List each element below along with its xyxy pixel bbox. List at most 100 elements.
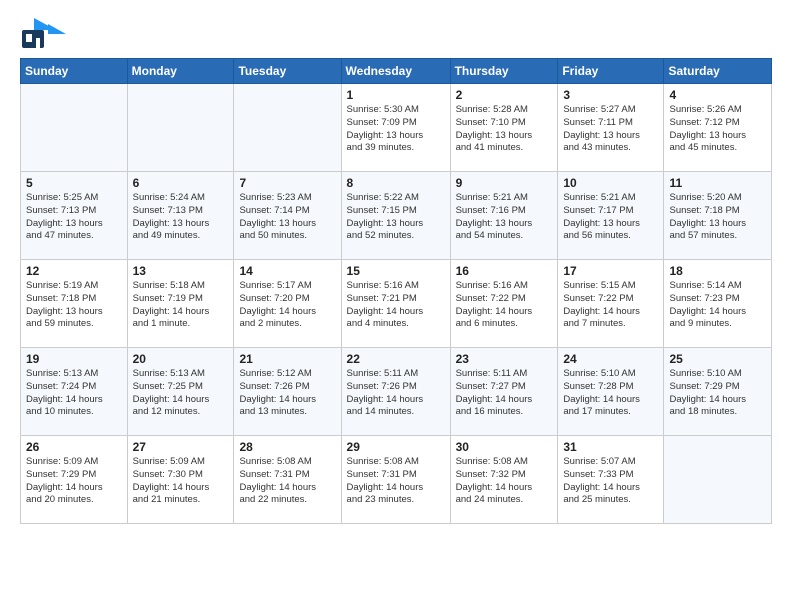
day-number: 16 (456, 264, 553, 278)
calendar-cell (234, 84, 341, 172)
calendar-cell: 9 Sunrise: 5:21 AMSunset: 7:16 PMDaylight… (450, 172, 558, 260)
calendar-cell: 27Sunrise: 5:09 AMSunset: 7:30 PMDayligh… (127, 436, 234, 524)
weekday-header-thursday: Thursday (450, 59, 558, 84)
day-number: 28 (239, 440, 335, 454)
day-detail: Sunrise: 5:20 AMSunset: 7:18 PMDaylight:… (669, 192, 766, 243)
calendar-cell: 15 Sunrise: 5:16 AMSunset: 7:21 PMDayligh… (341, 260, 450, 348)
week-row-1: 1 Sunrise: 5:30 AMSunset: 7:09 PMDaylight… (21, 84, 772, 172)
weekday-header-friday: Friday (558, 59, 664, 84)
day-number: 3 (563, 88, 658, 102)
calendar-cell: 29 Sunrise: 5:08 AMSunset: 7:31 PMDayligh… (341, 436, 450, 524)
day-number: 20 (133, 352, 229, 366)
calendar-cell: 20 Sunrise: 5:13 AMSunset: 7:25 PMDayligh… (127, 348, 234, 436)
calendar-cell: 16 Sunrise: 5:16 AMSunset: 7:22 PMDayligh… (450, 260, 558, 348)
day-number: 30 (456, 440, 553, 454)
day-number: 8 (347, 176, 445, 190)
day-detail: Sunrise: 5:27 AMSunset: 7:11 PMDaylight:… (563, 104, 658, 155)
day-detail: Sunrise: 5:21 AMSunset: 7:17 PMDaylight:… (563, 192, 658, 243)
calendar-cell: 5Sunrise: 5:25 AMSunset: 7:13 PMDaylight… (21, 172, 128, 260)
day-detail: Sunrise: 5:23 AMSunset: 7:14 PMDaylight:… (239, 192, 335, 243)
calendar-cell: 17 Sunrise: 5:15 AMSunset: 7:22 PMDayligh… (558, 260, 664, 348)
calendar-cell: 1 Sunrise: 5:30 AMSunset: 7:09 PMDaylight… (341, 84, 450, 172)
calendar-cell (127, 84, 234, 172)
day-detail: Sunrise: 5:15 AMSunset: 7:22 PMDaylight:… (563, 280, 658, 331)
day-detail: Sunrise: 5:26 AMSunset: 7:12 PMDaylight:… (669, 104, 766, 155)
day-number: 6 (133, 176, 229, 190)
day-number: 10 (563, 176, 658, 190)
day-number: 29 (347, 440, 445, 454)
day-detail: Sunrise: 5:24 AMSunset: 7:13 PMDaylight:… (133, 192, 229, 243)
week-row-4: 19 Sunrise: 5:13 AMSunset: 7:24 PMDayligh… (21, 348, 772, 436)
calendar-cell: 2Sunrise: 5:28 AMSunset: 7:10 PMDaylight… (450, 84, 558, 172)
weekday-header-tuesday: Tuesday (234, 59, 341, 84)
day-number: 22 (347, 352, 445, 366)
page: SundayMondayTuesdayWednesdayThursdayFrid… (0, 0, 792, 534)
logo-icon (20, 16, 70, 52)
week-row-2: 5Sunrise: 5:25 AMSunset: 7:13 PMDaylight… (21, 172, 772, 260)
day-number: 25 (669, 352, 766, 366)
day-number: 15 (347, 264, 445, 278)
day-number: 17 (563, 264, 658, 278)
calendar-cell: 3 Sunrise: 5:27 AMSunset: 7:11 PMDaylight… (558, 84, 664, 172)
calendar-cell (664, 436, 772, 524)
day-detail: Sunrise: 5:13 AMSunset: 7:24 PMDaylight:… (26, 368, 122, 419)
day-number: 7 (239, 176, 335, 190)
day-detail: Sunrise: 5:10 AMSunset: 7:28 PMDaylight:… (563, 368, 658, 419)
day-detail: Sunrise: 5:17 AMSunset: 7:20 PMDaylight:… (239, 280, 335, 331)
calendar-cell: 24 Sunrise: 5:10 AMSunset: 7:28 PMDayligh… (558, 348, 664, 436)
day-detail: Sunrise: 5:14 AMSunset: 7:23 PMDaylight:… (669, 280, 766, 331)
weekday-header-wednesday: Wednesday (341, 59, 450, 84)
calendar-cell: 14 Sunrise: 5:17 AMSunset: 7:20 PMDayligh… (234, 260, 341, 348)
day-number: 31 (563, 440, 658, 454)
day-detail: Sunrise: 5:08 AMSunset: 7:32 PMDaylight:… (456, 456, 553, 507)
calendar-cell: 28 Sunrise: 5:08 AMSunset: 7:31 PMDayligh… (234, 436, 341, 524)
day-number: 21 (239, 352, 335, 366)
day-number: 26 (26, 440, 122, 454)
logo (20, 16, 74, 52)
calendar-cell: 11Sunrise: 5:20 AMSunset: 7:18 PMDayligh… (664, 172, 772, 260)
calendar-cell: 30 Sunrise: 5:08 AMSunset: 7:32 PMDayligh… (450, 436, 558, 524)
week-row-5: 26Sunrise: 5:09 AMSunset: 7:29 PMDayligh… (21, 436, 772, 524)
calendar-cell: 26Sunrise: 5:09 AMSunset: 7:29 PMDayligh… (21, 436, 128, 524)
day-detail: Sunrise: 5:13 AMSunset: 7:25 PMDaylight:… (133, 368, 229, 419)
day-detail: Sunrise: 5:28 AMSunset: 7:10 PMDaylight:… (456, 104, 553, 155)
weekday-header-row: SundayMondayTuesdayWednesdayThursdayFrid… (21, 59, 772, 84)
day-detail: Sunrise: 5:16 AMSunset: 7:21 PMDaylight:… (347, 280, 445, 331)
calendar-cell: 7 Sunrise: 5:23 AMSunset: 7:14 PMDaylight… (234, 172, 341, 260)
day-detail: Sunrise: 5:18 AMSunset: 7:19 PMDaylight:… (133, 280, 229, 331)
day-detail: Sunrise: 5:30 AMSunset: 7:09 PMDaylight:… (347, 104, 445, 155)
week-row-3: 12 Sunrise: 5:19 AMSunset: 7:18 PMDayligh… (21, 260, 772, 348)
calendar-cell: 12 Sunrise: 5:19 AMSunset: 7:18 PMDayligh… (21, 260, 128, 348)
day-detail: Sunrise: 5:10 AMSunset: 7:29 PMDaylight:… (669, 368, 766, 419)
calendar-cell: 21Sunrise: 5:12 AMSunset: 7:26 PMDayligh… (234, 348, 341, 436)
calendar-cell: 13Sunrise: 5:18 AMSunset: 7:19 PMDayligh… (127, 260, 234, 348)
day-detail: Sunrise: 5:08 AMSunset: 7:31 PMDaylight:… (347, 456, 445, 507)
day-detail: Sunrise: 5:25 AMSunset: 7:13 PMDaylight:… (26, 192, 122, 243)
calendar-cell: 18 Sunrise: 5:14 AMSunset: 7:23 PMDayligh… (664, 260, 772, 348)
day-number: 1 (347, 88, 445, 102)
calendar-cell: 25 Sunrise: 5:10 AMSunset: 7:29 PMDayligh… (664, 348, 772, 436)
day-number: 12 (26, 264, 122, 278)
day-detail: Sunrise: 5:21 AMSunset: 7:16 PMDaylight:… (456, 192, 553, 243)
day-number: 27 (133, 440, 229, 454)
day-detail: Sunrise: 5:19 AMSunset: 7:18 PMDaylight:… (26, 280, 122, 331)
day-number: 18 (669, 264, 766, 278)
calendar-cell: 19 Sunrise: 5:13 AMSunset: 7:24 PMDayligh… (21, 348, 128, 436)
weekday-header-sunday: Sunday (21, 59, 128, 84)
calendar-cell: 8 Sunrise: 5:22 AMSunset: 7:15 PMDaylight… (341, 172, 450, 260)
day-detail: Sunrise: 5:11 AMSunset: 7:27 PMDaylight:… (456, 368, 553, 419)
day-number: 23 (456, 352, 553, 366)
calendar-cell: 22Sunrise: 5:11 AMSunset: 7:26 PMDayligh… (341, 348, 450, 436)
calendar-table: SundayMondayTuesdayWednesdayThursdayFrid… (20, 58, 772, 524)
day-number: 9 (456, 176, 553, 190)
day-detail: Sunrise: 5:16 AMSunset: 7:22 PMDaylight:… (456, 280, 553, 331)
header (20, 16, 772, 52)
day-detail: Sunrise: 5:22 AMSunset: 7:15 PMDaylight:… (347, 192, 445, 243)
day-detail: Sunrise: 5:07 AMSunset: 7:33 PMDaylight:… (563, 456, 658, 507)
day-number: 14 (239, 264, 335, 278)
day-number: 19 (26, 352, 122, 366)
calendar-cell: 4Sunrise: 5:26 AMSunset: 7:12 PMDaylight… (664, 84, 772, 172)
day-number: 24 (563, 352, 658, 366)
calendar-cell: 23 Sunrise: 5:11 AMSunset: 7:27 PMDayligh… (450, 348, 558, 436)
day-detail: Sunrise: 5:08 AMSunset: 7:31 PMDaylight:… (239, 456, 335, 507)
